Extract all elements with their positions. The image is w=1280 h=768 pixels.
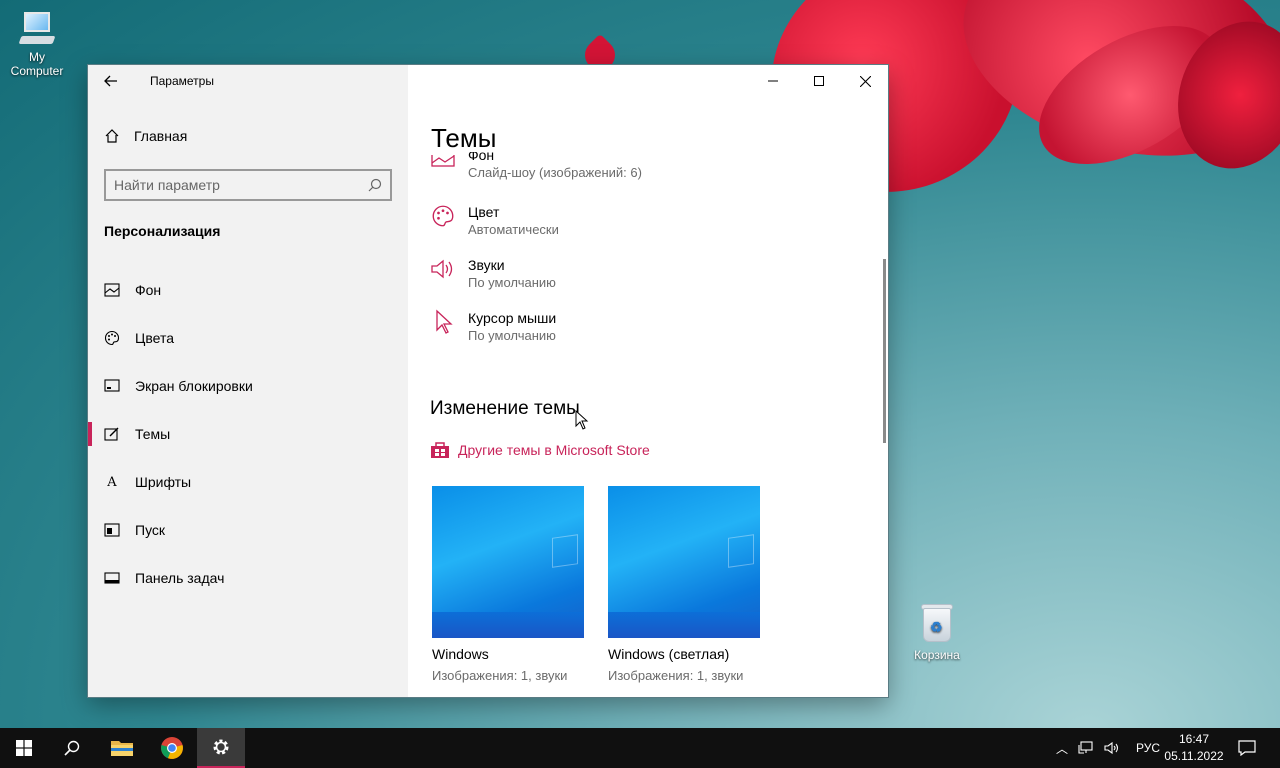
search-icon	[368, 178, 382, 192]
desktop-icon-label: My Computer	[10, 50, 64, 78]
sidebar-item-label: Панель задач	[135, 570, 225, 586]
sidebar-item-colors[interactable]: Цвета	[88, 314, 408, 362]
themes-icon	[104, 426, 120, 442]
theme-details: Изображения: 1, звуки	[432, 668, 568, 683]
section-title: Персонализация	[104, 223, 221, 239]
settings-window: Параметры Главная Найти параметр Персона…	[88, 65, 888, 697]
start-icon	[104, 522, 120, 538]
palette-icon	[430, 203, 456, 229]
home-icon	[105, 129, 119, 143]
mouse-pointer-icon	[575, 410, 589, 430]
setting-value: По умолчанию	[468, 275, 556, 290]
store-link-label: Другие темы в Microsoft Store	[458, 442, 650, 458]
close-icon	[859, 75, 871, 87]
fonts-icon: A	[107, 474, 117, 490]
window-title: Параметры	[150, 74, 214, 88]
sidebar-item-label: Пуск	[135, 522, 166, 538]
system-tray: ︿ РУС	[1056, 728, 1160, 768]
close-button[interactable]	[842, 65, 888, 97]
scrollbar-thumb[interactable]	[883, 259, 886, 443]
page-title: Темы	[431, 123, 497, 153]
gear-icon	[213, 739, 229, 755]
picture-icon	[430, 152, 456, 178]
sidebar-item-themes[interactable]: Темы	[88, 410, 408, 458]
language-indicator[interactable]: РУС	[1136, 741, 1160, 755]
taskbar: ︿ РУС 16:47 05.11.2022	[0, 728, 1280, 768]
sidebar-item-background[interactable]: Фон	[88, 266, 408, 314]
minimize-icon	[768, 80, 778, 82]
store-bag-icon	[431, 442, 449, 458]
chevron-up-icon[interactable]: ︿	[1056, 740, 1068, 757]
folder-icon	[111, 741, 133, 756]
sidebar-nav: Фон Цвета Экран блокировки Темы A Шрифты…	[88, 266, 408, 602]
back-button[interactable]	[88, 65, 134, 97]
sidebar-item-lock-screen[interactable]: Экран блокировки	[88, 362, 408, 410]
speaker-icon	[430, 256, 456, 282]
theme-details: Изображения: 1, звуки	[608, 668, 744, 683]
settings-button[interactable]	[197, 728, 245, 768]
picture-icon	[104, 282, 120, 298]
theme-thumbnail	[432, 486, 584, 638]
clock-date: 05.11.2022	[1164, 749, 1224, 763]
chrome-button[interactable]	[148, 728, 196, 768]
search-icon	[64, 740, 80, 756]
sidebar-item-fonts[interactable]: A Шрифты	[88, 458, 408, 506]
windows-logo-icon	[16, 740, 32, 756]
content-pane: Темы Фон Слайд-шоу (изображений: 6) Цвет…	[408, 65, 888, 697]
setting-sounds[interactable]: Звуки По умолчанию	[430, 256, 556, 292]
volume-icon[interactable]	[1104, 741, 1120, 755]
sidebar-item-taskbar[interactable]: Панель задач	[88, 554, 408, 602]
theme-thumbnail	[608, 486, 760, 638]
clock[interactable]: 16:47 05.11.2022	[1164, 731, 1224, 765]
search-placeholder: Найти параметр	[114, 177, 220, 193]
maximize-icon	[814, 76, 824, 86]
setting-mouse-cursor[interactable]: Курсор мыши По умолчанию	[430, 309, 556, 345]
theme-card-windows[interactable]: Windows Изображения: 1, звуки	[432, 486, 584, 683]
taskbar-icon	[104, 570, 120, 586]
home-label: Главная	[134, 128, 188, 144]
start-button[interactable]	[0, 728, 48, 768]
clock-time: 16:47	[1178, 732, 1210, 746]
minimize-button[interactable]	[750, 65, 796, 97]
setting-title: Цвет	[468, 204, 500, 220]
theme-name: Windows	[432, 646, 489, 662]
recycle-bin-icon: ♻	[919, 602, 955, 644]
sidebar-item-label: Экран блокировки	[135, 378, 253, 394]
network-icon[interactable]	[1078, 741, 1094, 755]
palette-icon	[104, 330, 120, 346]
sidebar-item-label: Фон	[135, 282, 162, 298]
setting-title: Звуки	[468, 257, 505, 273]
setting-value: По умолчанию	[468, 328, 556, 343]
sidebar-item-start[interactable]: Пуск	[88, 506, 408, 554]
chrome-icon	[161, 737, 183, 759]
desktop-icon-recycle-bin[interactable]: ♻ Корзина	[902, 602, 972, 662]
microsoft-store-link[interactable]: Другие темы в Microsoft Store	[430, 441, 650, 459]
theme-name: Windows (светлая)	[608, 646, 730, 662]
sidebar-item-label: Темы	[135, 426, 171, 442]
setting-value: Автоматически	[468, 222, 559, 237]
desktop-icon-my-computer[interactable]: My Computer	[2, 10, 72, 78]
change-theme-heading: Изменение темы	[430, 398, 580, 419]
file-explorer-button[interactable]	[98, 728, 146, 768]
setting-title: Фон	[468, 152, 495, 163]
setting-color[interactable]: Цвет Автоматически	[430, 203, 559, 239]
sidebar: Параметры Главная Найти параметр Персона…	[88, 65, 408, 697]
cursor-icon	[430, 309, 456, 335]
lock-screen-icon	[104, 378, 120, 394]
setting-background[interactable]: Фон Слайд-шоу (изображений: 6)	[430, 152, 642, 186]
arrow-left-icon	[104, 75, 117, 87]
theme-card-windows-light[interactable]: Windows (светлая) Изображения: 1, звуки	[608, 486, 760, 683]
maximize-button[interactable]	[796, 65, 842, 97]
home-link[interactable]: Главная	[104, 128, 187, 144]
notifications-button[interactable]	[1224, 728, 1270, 768]
setting-value: Слайд-шоу (изображений: 6)	[468, 165, 642, 180]
notification-icon	[1238, 740, 1256, 756]
desktop-icon-label: Корзина	[914, 648, 960, 662]
sidebar-item-label: Шрифты	[135, 474, 192, 490]
search-input[interactable]: Найти параметр	[104, 169, 392, 201]
search-button[interactable]	[48, 728, 96, 768]
sidebar-item-label: Цвета	[135, 330, 174, 346]
setting-title: Курсор мыши	[468, 310, 557, 326]
computer-icon	[18, 10, 56, 46]
